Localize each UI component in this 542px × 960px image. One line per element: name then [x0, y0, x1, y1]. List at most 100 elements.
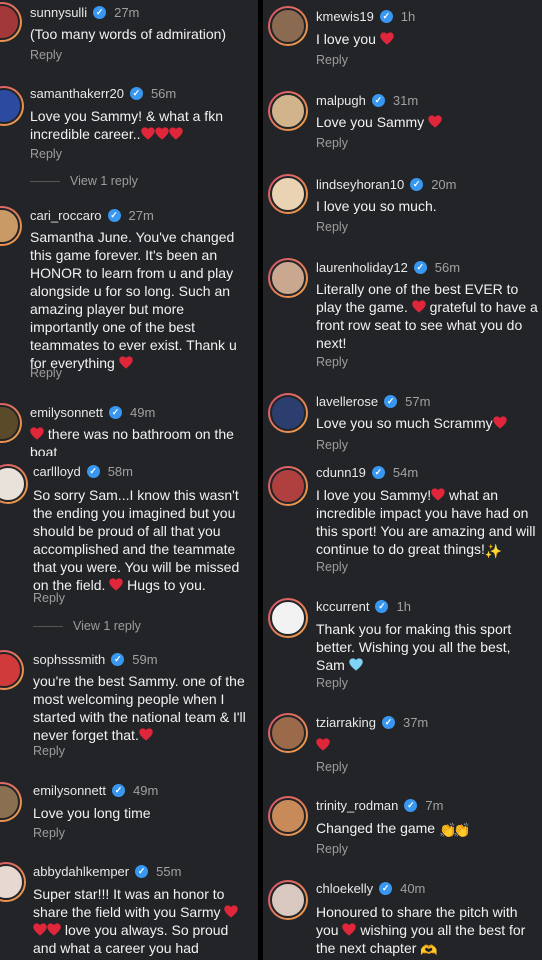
reply-button[interactable]: Reply [33, 591, 65, 605]
red-heart-icon [316, 738, 330, 751]
reply-button[interactable]: Reply [33, 826, 65, 840]
view-replies-button[interactable]: View 1 reply [33, 619, 141, 633]
comment-username[interactable]: sophsssmith [33, 652, 105, 667]
comment-username[interactable]: sunnysulli [30, 5, 87, 20]
reply-button[interactable]: Reply [316, 53, 348, 67]
verified-badge-icon: ✓ [129, 87, 143, 100]
verified-badge-icon: ✓ [381, 716, 395, 729]
reply-button[interactable]: Reply [33, 744, 65, 758]
comment-time: 49m [132, 783, 159, 798]
comment-time: 31m [392, 93, 419, 108]
comment-time: 7m [425, 798, 444, 813]
avatar[interactable] [0, 403, 22, 443]
reply-button[interactable]: Reply [316, 438, 348, 452]
verified-badge-icon: ✓ [375, 600, 389, 613]
comment-time: 27m [128, 208, 154, 223]
verified-badge-icon: ✓ [410, 178, 424, 191]
comment-time: 1h [396, 599, 411, 614]
comment-time: 54m [392, 465, 419, 480]
comment: laurenholiday12 ✓ 56m Literally one of t… [263, 252, 542, 382]
avatar[interactable] [268, 258, 308, 298]
comment: kmewis19 ✓ 1h I love you Reply [263, 0, 542, 80]
comment: carllloyd ✓ 58m So sorry Sam...I know th… [0, 458, 258, 638]
red-heart-icon [224, 905, 238, 918]
comment-username[interactable]: tziarraking [316, 715, 376, 730]
comment-username[interactable]: emilysonnett [30, 405, 103, 420]
red-heart-icon [431, 488, 445, 501]
reply-button[interactable]: Reply [316, 676, 348, 690]
comment-username[interactable]: abbydahlkemper [33, 864, 129, 879]
avatar[interactable] [268, 713, 308, 753]
avatar[interactable] [268, 174, 308, 214]
sparkles-icon: ✨ [484, 543, 503, 559]
avatar[interactable] [268, 466, 308, 506]
comment-text: Love you Sammy [316, 113, 536, 131]
reply-button[interactable]: Reply [30, 147, 62, 161]
comment-username[interactable]: samanthakerr20 [30, 86, 124, 101]
comment-time: 55m [156, 864, 182, 879]
reply-button[interactable]: Reply [316, 220, 348, 234]
red-heart-icon [109, 578, 123, 591]
comment: lindseyhoran10 ✓ 20m I love you so much.… [263, 168, 542, 248]
verified-badge-icon: ✓ [111, 653, 125, 666]
comment-username[interactable]: lindseyhoran10 [316, 177, 404, 192]
view-replies-label: View 1 reply [70, 174, 138, 188]
comment-username[interactable]: lavellerose [316, 394, 378, 409]
comment-username[interactable]: malpugh [316, 93, 366, 108]
comment: abbydahlkemper ✓ 55m Super star!!! It wa… [0, 858, 258, 960]
red-heart-icon [141, 127, 155, 140]
avatar[interactable] [0, 862, 26, 902]
avatar[interactable] [268, 598, 308, 638]
avatar[interactable] [268, 393, 308, 433]
red-heart-icon [412, 300, 426, 313]
reply-button[interactable]: Reply [316, 760, 348, 774]
red-heart-icon [30, 427, 44, 440]
avatar[interactable] [0, 782, 22, 822]
reply-button[interactable]: Reply [30, 48, 62, 62]
comment-username[interactable]: carllloyd [33, 464, 81, 479]
verified-badge-icon: ✓ [108, 406, 122, 419]
red-heart-icon [428, 115, 442, 128]
reply-button[interactable]: Reply [316, 560, 348, 574]
avatar[interactable] [268, 796, 308, 836]
avatar[interactable] [0, 86, 24, 126]
red-heart-icon [342, 923, 356, 936]
comment: trinity_rodman ✓ 7m Changed the game 👏👏 … [263, 788, 542, 868]
avatar[interactable] [268, 6, 308, 46]
avatar[interactable] [0, 650, 24, 690]
avatar[interactable] [0, 464, 28, 504]
verified-badge-icon: ✓ [379, 882, 393, 895]
comment-username[interactable]: laurenholiday12 [316, 260, 408, 275]
comment-username[interactable]: chloekelly [316, 881, 373, 896]
comment-time: 56m [150, 86, 177, 101]
comment-time: 58m [107, 464, 133, 479]
reply-button[interactable]: Reply [316, 842, 348, 856]
reply-button[interactable]: Reply [316, 136, 348, 150]
comment-username[interactable]: kmewis19 [316, 9, 374, 24]
avatar[interactable] [0, 206, 22, 246]
comment-time: 40m [400, 881, 426, 896]
view-replies-button[interactable]: View 1 reply [30, 174, 138, 188]
comment-username[interactable]: emilysonnett [33, 783, 106, 798]
comment-time: 37m [402, 715, 429, 730]
avatar[interactable] [268, 91, 308, 131]
comments-column-right: kmewis19 ✓ 1h I love you Reply malpugh ✓… [263, 0, 542, 960]
comment-text: I love you [316, 30, 536, 48]
avatar[interactable] [268, 880, 308, 920]
comment-username[interactable]: kccurrent [316, 599, 369, 614]
reply-button[interactable]: Reply [316, 355, 348, 369]
comment-text: Love you so much Scrammy [316, 414, 540, 432]
red-heart-icon [33, 923, 47, 936]
red-heart-icon [380, 32, 394, 45]
comment: cari_roccaro ✓ 27m Samantha June. You've… [0, 200, 258, 390]
avatar[interactable] [0, 2, 22, 42]
comment-username[interactable]: cari_roccaro [30, 208, 102, 223]
comment: lavellerose ✓ 57m Love you so much Scram… [263, 387, 542, 462]
comment-username[interactable]: trinity_rodman [316, 798, 398, 813]
comment-text: there was no bathroom on the boat [30, 426, 234, 456]
comment-username[interactable]: cdunn19 [316, 465, 366, 480]
view-replies-label: View 1 reply [73, 619, 141, 633]
reply-button[interactable]: Reply [30, 366, 62, 380]
verified-badge-icon: ✓ [404, 799, 418, 812]
comment-time: 59m [132, 652, 158, 667]
